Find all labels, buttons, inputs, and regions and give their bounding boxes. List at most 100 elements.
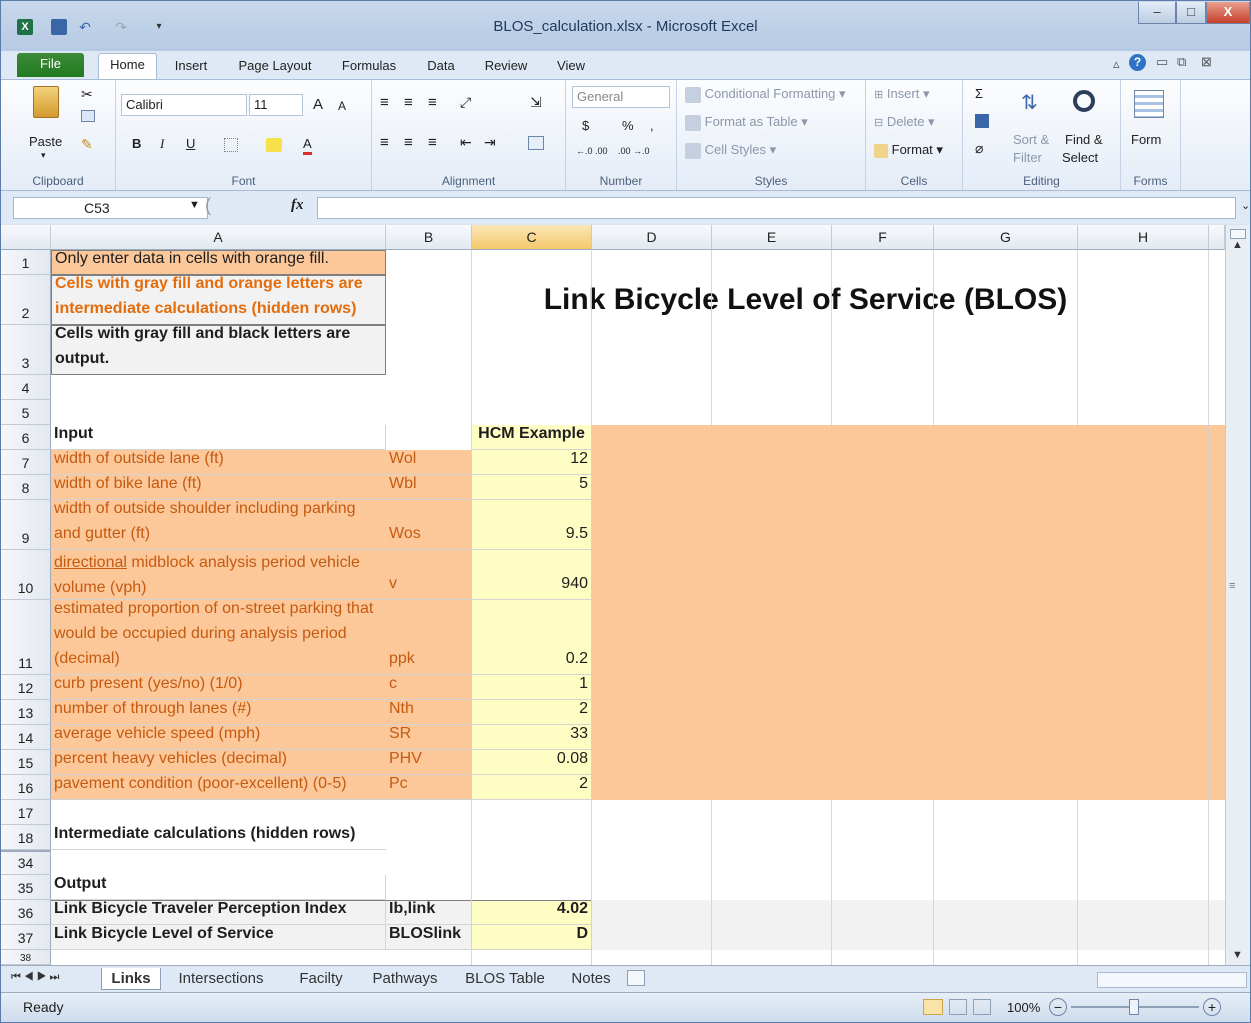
zoom-out-icon[interactable]: − [1049,998,1067,1016]
bold-button[interactable]: B [132,136,141,151]
cell-c2-title[interactable]: Link Bicycle Level of Service (BLOS) [386,275,1225,325]
paste-dropdown-icon[interactable]: ▾ [41,150,46,161]
name-box-dropdown-icon[interactable]: ▼ [189,199,200,211]
cell-styles-button[interactable]: Cell Styles ▾ [685,142,776,159]
tab-data[interactable]: Data [417,55,465,79]
cell-a14[interactable]: average vehicle speed (mph) [51,725,386,750]
cell-a9[interactable]: width of outside shoulder including park… [51,500,386,550]
horizontal-scrollbar[interactable] [1097,972,1247,988]
cell-a18[interactable]: Intermediate calculations (hidden rows) [51,825,386,850]
orientation-icon[interactable]: ⤢ [460,94,471,111]
column-header-b[interactable]: B [386,225,472,250]
select-all-corner[interactable] [1,225,51,250]
fill-color-icon[interactable] [266,138,282,152]
sheet-tab-facilty[interactable]: Facilty [289,968,353,990]
page-break-view-icon[interactable] [973,999,991,1015]
sheet-tab-intersections[interactable]: Intersections [169,968,273,990]
cell-b36[interactable]: Ib,link [386,900,472,925]
sheet-tab-links[interactable]: Links [101,968,161,990]
tab-view[interactable]: View [547,55,595,79]
cell-a2[interactable]: Cells with gray fill and orange letters … [51,275,386,325]
cell-b7[interactable]: Wol [386,450,472,475]
row-header-18[interactable]: 18 [1,825,51,850]
italic-button[interactable]: I [160,136,164,152]
cell-b8[interactable]: Wbl [386,475,472,500]
cell-a35[interactable]: Output [51,875,386,900]
percent-button[interactable]: % [622,118,634,133]
scroll-up-icon[interactable]: ▲ [1232,239,1243,251]
cell-a1[interactable]: Only enter data in cells with orange fil… [51,250,386,275]
row-header-37[interactable]: 37 [1,925,51,950]
format-as-table-button[interactable]: Format as Table ▾ [685,114,808,131]
cell-b15[interactable]: PHV [386,750,472,775]
align-center-icon[interactable]: ≡ [404,134,413,151]
wrap-text-icon[interactable]: ⇲ [530,94,542,111]
cell-c11[interactable]: 0.2 [472,600,592,675]
row-header-5[interactable]: 5 [1,400,51,425]
cell-c6[interactable]: HCM Example [472,425,592,450]
cell-c8[interactable]: 5 [472,475,592,500]
row-header-16[interactable]: 16 [1,775,51,800]
select-button[interactable]: Select [1062,150,1098,165]
cell-b10[interactable]: v [386,550,472,600]
sheet-nav-icons[interactable]: ⏮◀▶⏭ [11,971,62,984]
help-icon[interactable]: ? [1129,54,1146,71]
column-header-d[interactable]: D [592,225,712,250]
insert-sheet-icon[interactable] [627,970,645,986]
currency-button[interactable]: $ [582,118,589,133]
grow-font-button[interactable]: A [313,96,323,113]
font-name-combo[interactable]: Calibri [121,94,247,116]
cell-c15[interactable]: 0.08 [472,750,592,775]
split-box[interactable] [1230,229,1246,239]
borders-icon[interactable] [224,138,238,152]
row-header-15[interactable]: 15 [1,750,51,775]
tab-file[interactable]: File [17,53,84,77]
cell-b12[interactable]: c [386,675,472,700]
cell-c9[interactable]: 9.5 [472,500,592,550]
ribbon-minimize-icon[interactable]: ▭ [1156,54,1168,70]
decrease-decimal-button[interactable]: .00 →.0 [618,146,650,156]
binoculars-icon[interactable] [1073,90,1095,112]
cell-b16[interactable]: Pc [386,775,472,800]
insert-cells-button[interactable]: ⊞ Insert ▾ [874,86,930,102]
align-top-icon[interactable]: ≡ [380,94,389,111]
format-cells-button[interactable]: Format ▾ [874,142,943,158]
row-header-4[interactable]: 4 [1,375,51,400]
cell-a7[interactable]: width of outside lane (ft) [51,450,386,475]
filter-button[interactable]: Filter [1013,150,1042,165]
tab-insert[interactable]: Insert [164,55,218,79]
cell-c16[interactable]: 2 [472,775,592,800]
comma-button[interactable]: , [650,118,654,133]
find-button[interactable]: Find & [1065,132,1103,147]
row-header-9[interactable]: 9 [1,500,51,550]
row-header-2[interactable]: 2 [1,275,51,325]
scroll-down-icon[interactable]: ▼ [1232,949,1243,961]
cell-c13[interactable]: 2 [472,700,592,725]
delete-cells-button[interactable]: ⊟ Delete ▾ [874,114,935,130]
cell-a10[interactable]: directional midblock analysis period veh… [51,550,386,600]
name-box[interactable]: C53 [13,197,208,219]
zoom-slider-thumb[interactable] [1129,999,1139,1015]
align-middle-icon[interactable]: ≡ [404,94,413,111]
cell-a11[interactable]: estimated proportion of on-street parkin… [51,600,386,675]
sheet-tab-pathways[interactable]: Pathways [365,968,445,990]
row-header-12[interactable]: 12 [1,675,51,700]
row-header-36[interactable]: 36 [1,900,51,925]
format-painter-icon[interactable]: ✎ [81,136,93,153]
row-header-8[interactable]: 8 [1,475,51,500]
row-header-14[interactable]: 14 [1,725,51,750]
cell-a37[interactable]: Link Bicycle Level of Service [51,925,386,950]
cell-b9[interactable]: Wos [386,500,472,550]
row-header-17[interactable]: 17 [1,800,51,825]
cell-b13[interactable]: Nth [386,700,472,725]
fill-icon[interactable] [975,114,989,128]
vertical-scrollbar[interactable]: ▲ ▼ ≡ [1225,225,1250,965]
sort-filter-icon[interactable]: ⇅ [1021,90,1038,115]
cell-a36[interactable]: Link Bicycle Traveler Perception Index [51,900,386,925]
sheet-tab-blos-table[interactable]: BLOS Table [459,968,551,990]
cell-a16[interactable]: pavement condition (poor-excellent) (0-5… [51,775,386,800]
shrink-font-button[interactable]: A [338,99,346,113]
copy-icon[interactable] [81,110,95,122]
row-header-35[interactable]: 35 [1,875,51,900]
zoom-in-icon[interactable]: + [1203,998,1221,1016]
